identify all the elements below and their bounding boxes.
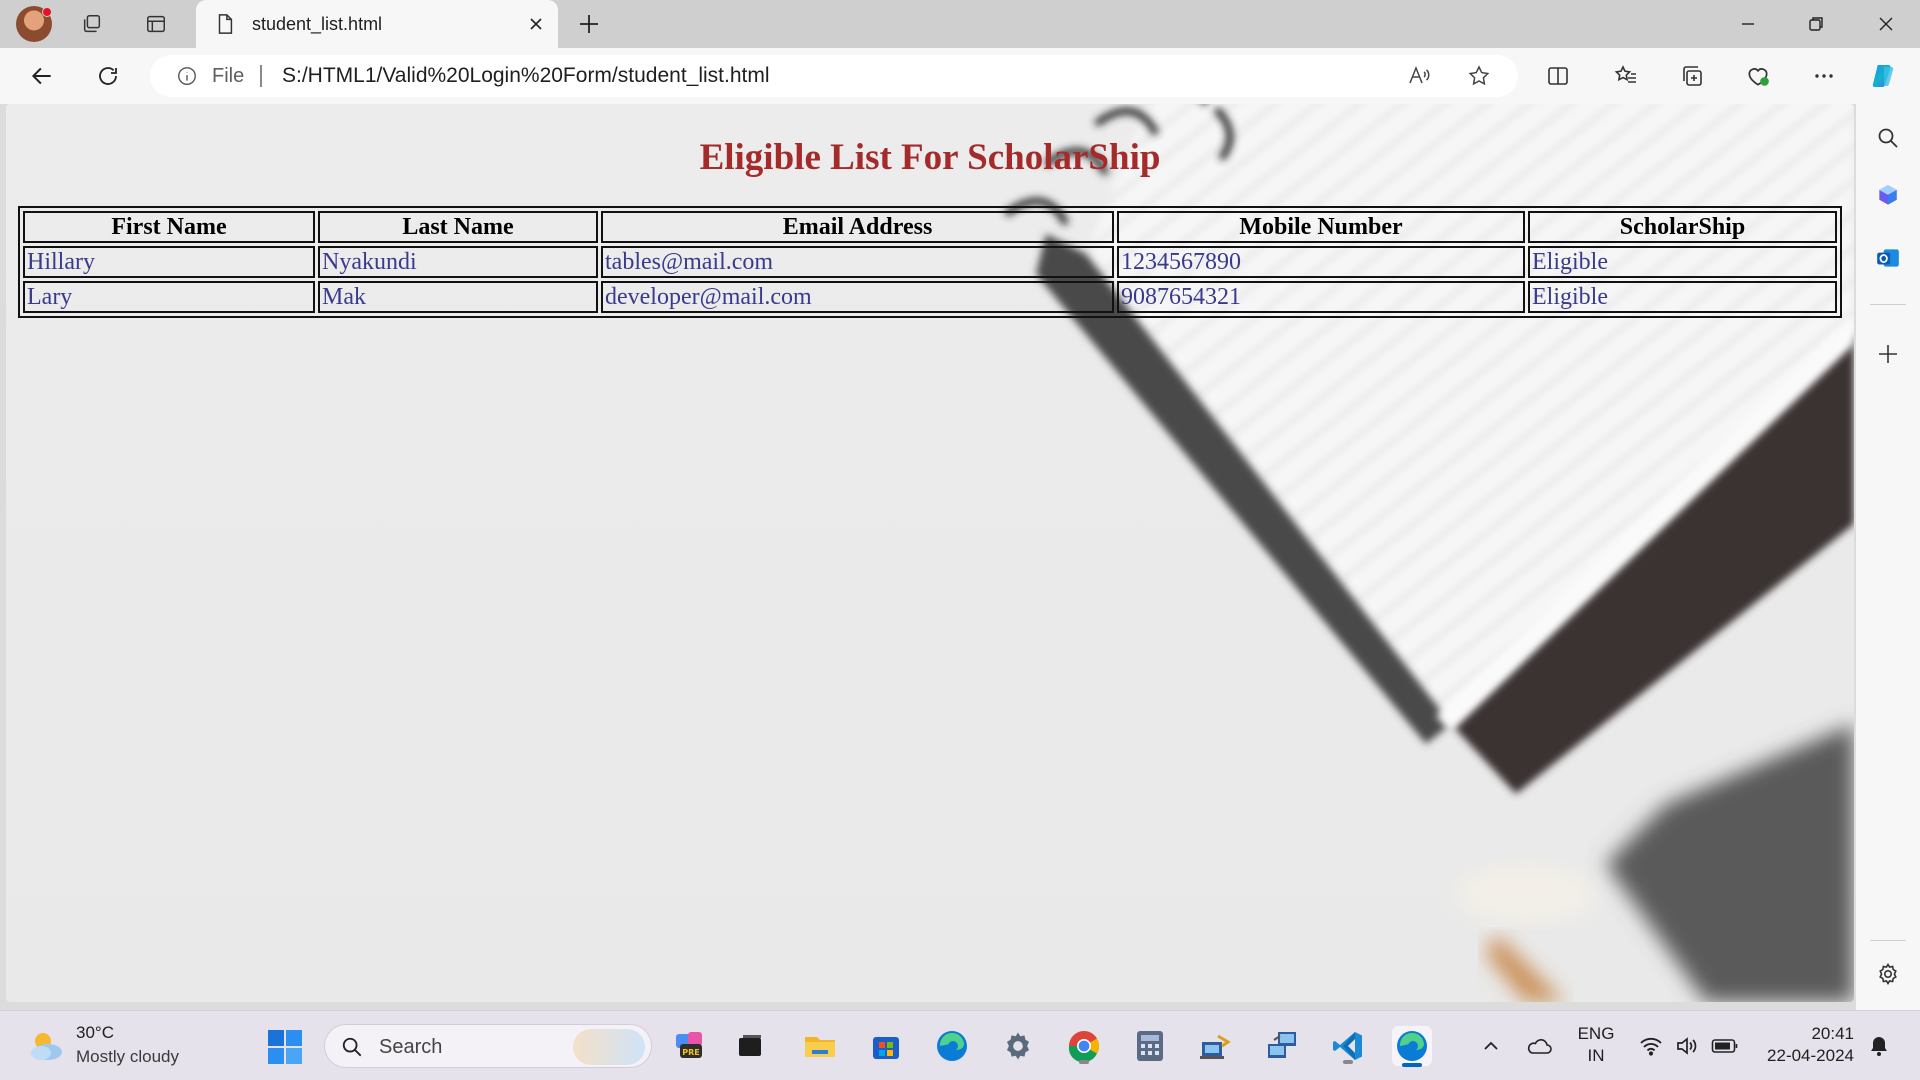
sidebar-settings-icon[interactable] — [1872, 958, 1904, 990]
document-icon — [218, 14, 233, 34]
weather-temperature[interactable]: 30°C — [76, 1023, 114, 1043]
column-header: Last Name — [318, 211, 598, 243]
table-row: Lary Mak developer@mail.com 9087654321 E… — [23, 281, 1837, 313]
search-placeholder: Search — [379, 1036, 443, 1058]
copilot-icon[interactable] — [1868, 60, 1900, 92]
cell-email: tables@mail.com — [601, 246, 1114, 278]
workspaces-icon[interactable] — [76, 8, 108, 40]
profile-notification-dot — [42, 7, 52, 17]
language-indicator[interactable]: ENG IN — [1576, 1023, 1616, 1067]
calculator-icon[interactable] — [1130, 1026, 1170, 1066]
copilot-sidebar-icon[interactable] — [1872, 180, 1904, 212]
cell-mobile: 1234567890 — [1117, 246, 1525, 278]
search-highlight-art — [573, 1029, 645, 1065]
cell-mobile: 9087654321 — [1117, 281, 1525, 313]
remote-desktop-icon[interactable] — [1262, 1026, 1302, 1066]
address-separator — [260, 65, 262, 87]
network-tool-icon[interactable] — [1196, 1026, 1236, 1066]
close-window-button[interactable] — [1858, 0, 1914, 48]
edge-browser-icon[interactable] — [932, 1026, 972, 1066]
table-header-row: First Name Last Name Email Address Mobil… — [23, 211, 1837, 243]
column-header: Email Address — [601, 211, 1114, 243]
weather-condition[interactable]: Mostly cloudy — [76, 1047, 179, 1067]
column-header: Mobile Number — [1117, 211, 1525, 243]
battery-icon[interactable] — [1708, 1011, 1742, 1080]
refresh-button[interactable] — [92, 60, 124, 92]
cell-last-name: Mak — [318, 281, 598, 313]
split-screen-icon[interactable] — [1542, 60, 1574, 92]
cell-scholarship: Eligible — [1528, 281, 1837, 313]
favorite-star-icon[interactable] — [1466, 63, 1492, 89]
column-header: First Name — [23, 211, 315, 243]
table-row: Hillary Nyakundi tables@mail.com 1234567… — [23, 246, 1837, 278]
search-icon — [342, 1037, 362, 1057]
page-heading: Eligible List For ScholarShip — [699, 137, 1161, 178]
cloudy-weather-icon[interactable] — [26, 1025, 66, 1065]
file-explorer-icon[interactable] — [800, 1026, 840, 1066]
vscode-icon[interactable] — [1328, 1026, 1368, 1066]
wifi-icon[interactable] — [1636, 1011, 1666, 1080]
browser-essentials-icon[interactable] — [1742, 60, 1774, 92]
scholarship-table: First Name Last Name Email Address Mobil… — [18, 206, 1842, 318]
scheme-label: File — [212, 65, 245, 87]
new-tab-button[interactable] — [573, 8, 605, 40]
show-hidden-icons-chevron[interactable] — [1476, 1011, 1506, 1080]
microsoft-store-icon[interactable] — [866, 1026, 906, 1066]
restore-button[interactable] — [1788, 0, 1844, 48]
favorites-icon[interactable] — [1610, 60, 1642, 92]
cell-first-name: Hillary — [23, 246, 315, 278]
copilot-pre-app-icon[interactable]: PRE — [670, 1026, 710, 1066]
running-indicator — [1079, 1060, 1089, 1064]
tab-strip: student_list.html — [0, 0, 1920, 48]
minimize-button[interactable] — [1720, 0, 1776, 48]
task-view-app-icon[interactable] — [730, 1026, 770, 1066]
edge-active-app-icon[interactable] — [1392, 1026, 1432, 1067]
sidebar-divider-bottom — [1870, 940, 1906, 941]
close-tab-icon[interactable] — [524, 12, 548, 36]
cell-first-name: Lary — [23, 281, 315, 313]
volume-icon[interactable] — [1672, 1011, 1702, 1080]
more-menu-icon[interactable] — [1808, 60, 1840, 92]
tab-title: student_list.html — [252, 14, 383, 34]
collections-icon[interactable] — [1676, 60, 1708, 92]
address-bar[interactable]: File S:/HTML1/Valid%20Login%20Form/stude… — [150, 55, 1518, 97]
sidebar-divider — [1870, 304, 1906, 305]
clock-date: 22-04-2024 — [1767, 1046, 1854, 1065]
chrome-icon[interactable] — [1064, 1026, 1104, 1066]
cell-last-name: Nyakundi — [318, 246, 598, 278]
outlook-icon[interactable] — [1872, 242, 1904, 274]
cell-scholarship: Eligible — [1528, 246, 1837, 278]
settings-app-icon[interactable] — [998, 1026, 1038, 1066]
browser-toolbar: File S:/HTML1/Valid%20Login%20Form/stude… — [0, 48, 1920, 104]
system-clock[interactable]: 20:41 22-04-2024 — [1758, 1023, 1854, 1067]
onedrive-cloud-icon[interactable] — [1522, 1011, 1556, 1080]
column-header: ScholarShip — [1528, 211, 1837, 243]
edge-sidebar — [1856, 104, 1920, 1010]
search-icon[interactable] — [1872, 122, 1904, 154]
svg-text:PRE: PRE — [682, 1048, 700, 1057]
region-code: IN — [1587, 1046, 1605, 1065]
running-indicator — [1343, 1060, 1353, 1064]
windows-start-icon[interactable] — [266, 1028, 304, 1066]
language-code: ENG — [1577, 1024, 1615, 1043]
tab-actions-icon[interactable] — [140, 8, 172, 40]
taskbar-search-box[interactable]: Search — [324, 1024, 652, 1068]
read-aloud-icon[interactable] — [1406, 63, 1432, 89]
url-text[interactable]: S:/HTML1/Valid%20Login%20Form/student_li… — [282, 64, 770, 88]
cell-email: developer@mail.com — [601, 281, 1114, 313]
info-icon[interactable] — [176, 65, 198, 87]
windows-taskbar: 30°C Mostly cloudy Search PRE ENG IN 20:… — [0, 1010, 1920, 1080]
notification-bell-icon[interactable] — [1864, 1011, 1894, 1080]
active-app-indicator — [1402, 1063, 1422, 1067]
add-sidebar-app-icon[interactable] — [1872, 338, 1904, 370]
tab-student-list[interactable]: student_list.html — [196, 0, 558, 48]
clock-time: 20:41 — [1811, 1024, 1854, 1043]
back-button[interactable] — [26, 60, 58, 92]
page-viewport: Eligible List For ScholarShip First Name… — [6, 104, 1854, 1002]
